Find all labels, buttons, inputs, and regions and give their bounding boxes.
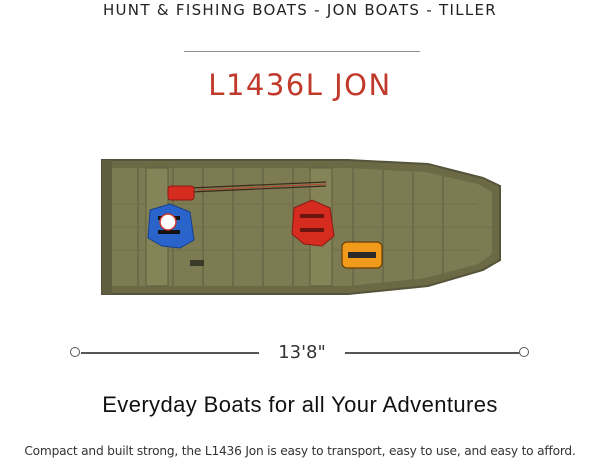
boat-length-label: 13'8" bbox=[278, 342, 326, 363]
title-divider bbox=[184, 51, 420, 52]
section-headline: Everyday Boats for all Your Adventures bbox=[102, 392, 498, 417]
tackle-case bbox=[167, 185, 195, 201]
length-line-left bbox=[81, 352, 259, 354]
red-life-vest bbox=[291, 199, 335, 247]
length-line-right bbox=[345, 352, 519, 354]
boat-image bbox=[101, 159, 501, 295]
length-end-dot bbox=[519, 347, 529, 357]
page-title: L1436L JON bbox=[208, 68, 392, 102]
boat-description: Compact and built strong, the L1436 Jon … bbox=[24, 444, 576, 458]
breadcrumb: HUNT & FISHING BOATS - JON BOATS - TILLE… bbox=[102, 1, 498, 19]
tackle-bag bbox=[341, 241, 383, 269]
length-start-dot bbox=[70, 347, 80, 357]
transom bbox=[102, 160, 112, 294]
cap bbox=[159, 213, 177, 231]
boat-length-indicator: 13'8" bbox=[0, 340, 600, 366]
